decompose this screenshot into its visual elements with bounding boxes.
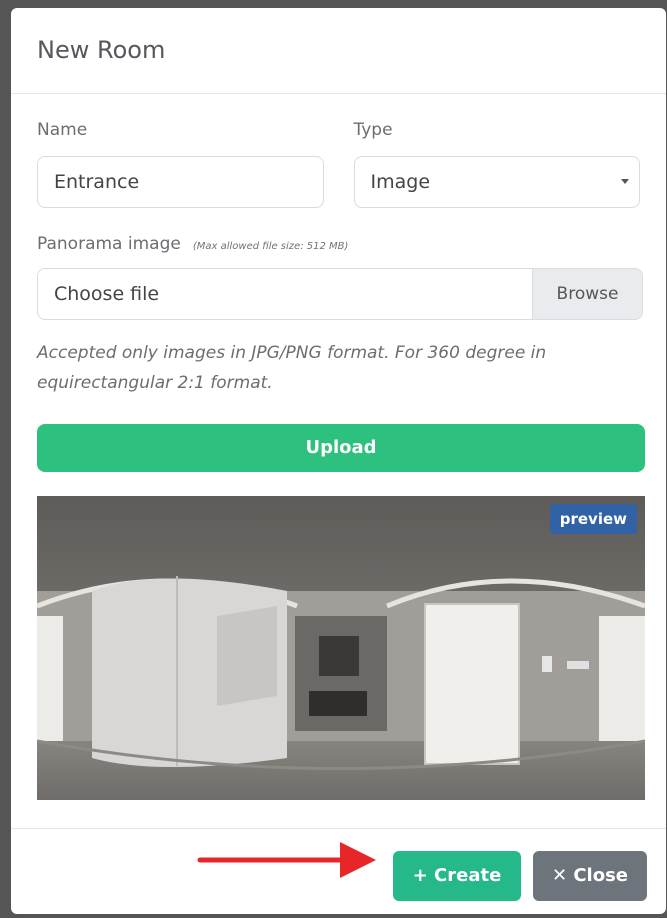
panorama-image-label: Panorama image <box>37 234 181 254</box>
type-select[interactable]: Image <box>353 156 640 208</box>
modal-header: New Room <box>11 8 666 94</box>
type-select-value: Image <box>370 171 431 193</box>
format-help-text: Accepted only images in JPG/PNG format. … <box>37 343 547 393</box>
create-button[interactable]: + Create <box>393 851 521 901</box>
max-size-note: (Max allowed file size: 512 MB) <box>192 241 349 252</box>
name-label: Name <box>37 120 88 140</box>
type-field-group: Type Image <box>353 116 640 208</box>
new-room-modal: New Room Name Entrance Type Image Panora… <box>11 8 666 914</box>
name-input[interactable]: Entrance <box>37 156 324 208</box>
type-label: Type <box>353 120 393 140</box>
preview-badge: preview <box>549 504 637 534</box>
modal-title: New Room <box>37 36 166 64</box>
panorama-preview: preview <box>37 496 645 800</box>
name-field-group: Name Entrance <box>37 116 324 208</box>
upload-button[interactable]: Upload <box>37 424 645 472</box>
modal-body: Name Entrance Type Image Panorama image … <box>11 94 666 800</box>
file-input-text[interactable]: Choose file <box>38 269 532 319</box>
browse-button[interactable]: Browse <box>532 269 642 319</box>
chevron-down-icon <box>621 179 629 184</box>
panorama-preview-image <box>37 496 645 800</box>
file-input[interactable]: Choose file Browse <box>37 268 643 320</box>
red-arrow-icon <box>197 842 376 878</box>
close-button[interactable]: ✕ Close <box>533 851 647 901</box>
